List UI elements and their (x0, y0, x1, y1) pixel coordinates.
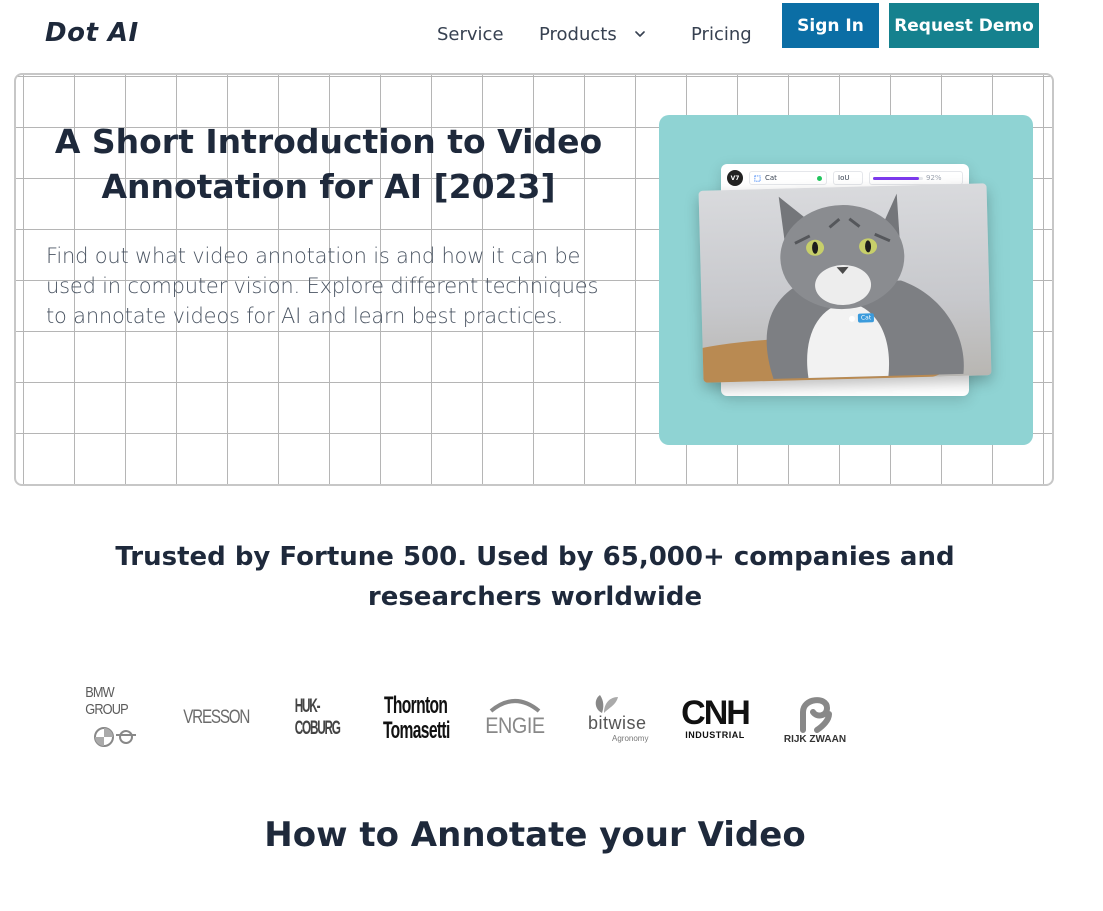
engie-arc-icon (489, 698, 541, 713)
metric-label: IoU (838, 174, 850, 182)
polygon-tool-icon (754, 174, 761, 182)
cat-illustration (698, 193, 964, 383)
bitwise-logo: bitwise Agronomy (582, 680, 648, 755)
rijk-zwaan-logo: RIJK ZWAAN (782, 680, 848, 755)
trusted-heading: Trusted by Fortune 500. Used by 65,000+ … (115, 542, 955, 612)
cnh-industrial-logo: CNH INDUSTRIAL (681, 693, 751, 740)
chevron-down-icon[interactable] (633, 27, 647, 41)
bmw-roundel-icon (94, 726, 136, 747)
cat-photo: Cat (698, 183, 992, 383)
nav-pricing-link[interactable]: Pricing (691, 24, 752, 45)
leaf-icon (595, 694, 618, 713)
nav-products-link[interactable]: Products (539, 24, 617, 45)
rijk-zwaan-mark-icon (800, 697, 832, 733)
annotation-tag: Cat (848, 313, 875, 323)
class-name: Cat (765, 174, 777, 182)
sign-in-button[interactable]: Sign In (782, 3, 879, 48)
class-selector: Cat (749, 171, 827, 185)
score-fill (873, 176, 919, 180)
request-demo-button[interactable]: Request Demo (889, 3, 1039, 48)
score-indicator: 92% (869, 171, 963, 185)
hero-section: A Short Introduction to Video Annotation… (14, 73, 1054, 486)
bmw-group-logo: BMW GROUP (80, 680, 150, 755)
metric-selector: IoU (833, 171, 863, 185)
huk-coburg-logo: HUK-COBURG (283, 680, 349, 755)
section-heading: How to Annotate your Video (264, 815, 806, 855)
vresson-logo: VRESSON (183, 706, 250, 728)
brand-logo[interactable]: Dot AI (45, 18, 139, 48)
app-badge: V7 (727, 170, 743, 186)
tag-label: Cat (857, 313, 875, 323)
nav-service-link[interactable]: Service (437, 24, 504, 45)
engie-logo: ENGIE (482, 680, 548, 755)
annotation-toolbar: V7 Cat IoU 92% (727, 170, 963, 186)
client-logos: BMW GROUP VRESSON HUK-COBURG Thornton To… (75, 680, 865, 755)
tag-point (848, 315, 856, 322)
status-dot (817, 175, 822, 181)
score-value: 92% (926, 174, 942, 182)
hero-title: A Short Introduction to Video Annotation… (54, 122, 603, 206)
score-track (873, 176, 923, 180)
hero-visual: V7 Cat IoU 92% Cat (659, 115, 1033, 445)
thornton-tomasetti-logo: Thornton Tomasetti (382, 691, 450, 744)
hero-description: Find out what video annotation is and ho… (46, 244, 599, 328)
